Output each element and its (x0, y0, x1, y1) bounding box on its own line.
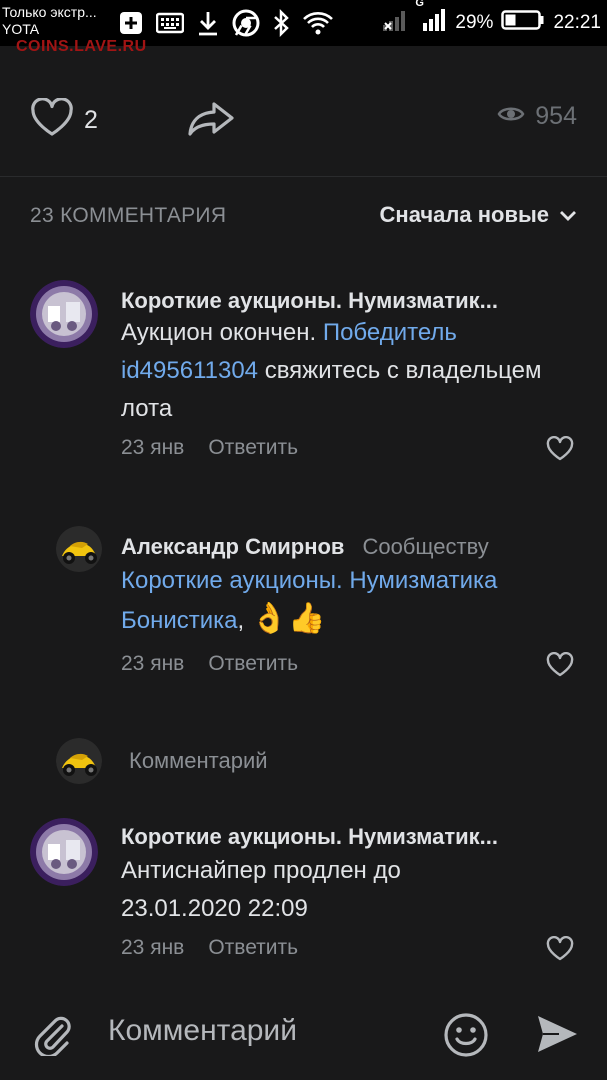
comment-reply: Александр Смирнов Сообществу Короткие ау… (0, 524, 607, 694)
network-type: G (415, 0, 424, 9)
bluetooth-icon (272, 9, 290, 37)
chrome-icon (232, 9, 260, 37)
battery-icon (501, 9, 545, 37)
reply-input-row[interactable]: Комментарий (56, 738, 576, 786)
status-icons (118, 8, 334, 38)
like-button[interactable]: 2 (30, 97, 98, 143)
comment-author[interactable]: Короткие аукционы. Нумизматик... (121, 824, 566, 850)
status-bar-left: Только экстр... YOTA (2, 4, 97, 38)
attach-button[interactable] (32, 1012, 72, 1061)
comment-composer: Комментарий (0, 990, 607, 1080)
reply-target[interactable]: Сообществу (362, 534, 488, 560)
views-counter: 954 (497, 102, 577, 131)
heart-icon (546, 651, 574, 682)
sort-dropdown[interactable]: Сначала новые (380, 202, 577, 228)
send-icon (535, 1016, 579, 1060)
signal-icon: G (415, 0, 447, 39)
comment-like-button[interactable] (546, 651, 574, 683)
comment-input[interactable]: Комментарий (108, 1014, 297, 1048)
heart-icon (546, 435, 574, 466)
comment-header: Александр Смирнов Сообществу (121, 534, 571, 560)
comment-author[interactable]: Александр Смирнов (121, 534, 344, 560)
eye-icon (497, 102, 525, 131)
wifi-icon (302, 10, 334, 36)
reply-button[interactable]: Ответить (208, 936, 298, 960)
comment-text: Короткие аукционы. Нумизматика Бонистика… (121, 562, 581, 640)
comment-author[interactable]: Короткие аукционы. Нумизматик... (121, 288, 566, 314)
heart-icon (30, 97, 74, 143)
comment-date: 23 янв (121, 436, 185, 459)
avatar (56, 738, 102, 784)
keyboard-icon (156, 12, 184, 34)
download-icon (196, 10, 220, 36)
comment-text-part: , (237, 607, 245, 634)
post-actions: 2 954 (0, 90, 607, 152)
sort-label: Сначала новые (379, 202, 549, 227)
battery-percent: 29% (455, 12, 494, 33)
comment-like-button[interactable] (546, 935, 574, 967)
smiley-icon (443, 1013, 489, 1062)
comments-count: 23 КОММЕНТАРИЯ (30, 204, 227, 227)
like-count: 2 (84, 106, 98, 134)
notification-text: Только экстр... (2, 4, 97, 20)
comment-meta: 23 янв Ответить (121, 436, 298, 460)
comment-like-button[interactable] (546, 435, 574, 467)
reply-button[interactable]: Ответить (208, 436, 298, 460)
reply-input[interactable]: Комментарий (129, 748, 268, 774)
comment-meta: 23 янв Ответить (121, 652, 298, 676)
send-button[interactable] (535, 1012, 579, 1061)
heart-icon (546, 935, 574, 966)
avatar[interactable] (30, 818, 98, 886)
carrier-name: YOTA (2, 21, 40, 37)
divider (0, 176, 607, 177)
comment-meta: 23 янв Ответить (121, 936, 298, 960)
comments-header: 23 КОММЕНТАРИЯ Сначала новые (30, 200, 577, 232)
avatar[interactable] (56, 526, 102, 572)
avatar[interactable] (30, 280, 98, 348)
comment-date: 23 янв (121, 652, 185, 675)
watermark: COINS.LAVE.RU (16, 38, 147, 55)
clock: 22:21 (553, 12, 601, 33)
emoji-button[interactable] (443, 1012, 489, 1063)
comment: Короткие аукционы. Нумизматик... Аукцион… (0, 278, 607, 478)
comment-text-part: Аукцион окончен. (121, 319, 323, 346)
views-count: 954 (535, 102, 577, 130)
add-box-icon (118, 10, 144, 36)
status-bar-right: G 29% 22:21 (381, 0, 601, 39)
signal-blocked-icon (381, 7, 409, 39)
share-icon (186, 102, 236, 142)
chevron-down-icon (559, 202, 577, 228)
comment-date: 23 янв (121, 936, 185, 959)
emoji: 👌👍 (250, 602, 326, 635)
comment-text: Аукцион окончен. Победитель id495611304 … (121, 314, 561, 428)
share-button[interactable] (186, 100, 236, 143)
comment-text: Антиснайпер продлен до 23.01.2020 22:09 (121, 857, 401, 922)
reply-button[interactable]: Ответить (208, 652, 298, 676)
paperclip-icon (32, 1016, 72, 1060)
comment: Короткие аукционы. Нумизматик... Антисна… (0, 816, 607, 976)
